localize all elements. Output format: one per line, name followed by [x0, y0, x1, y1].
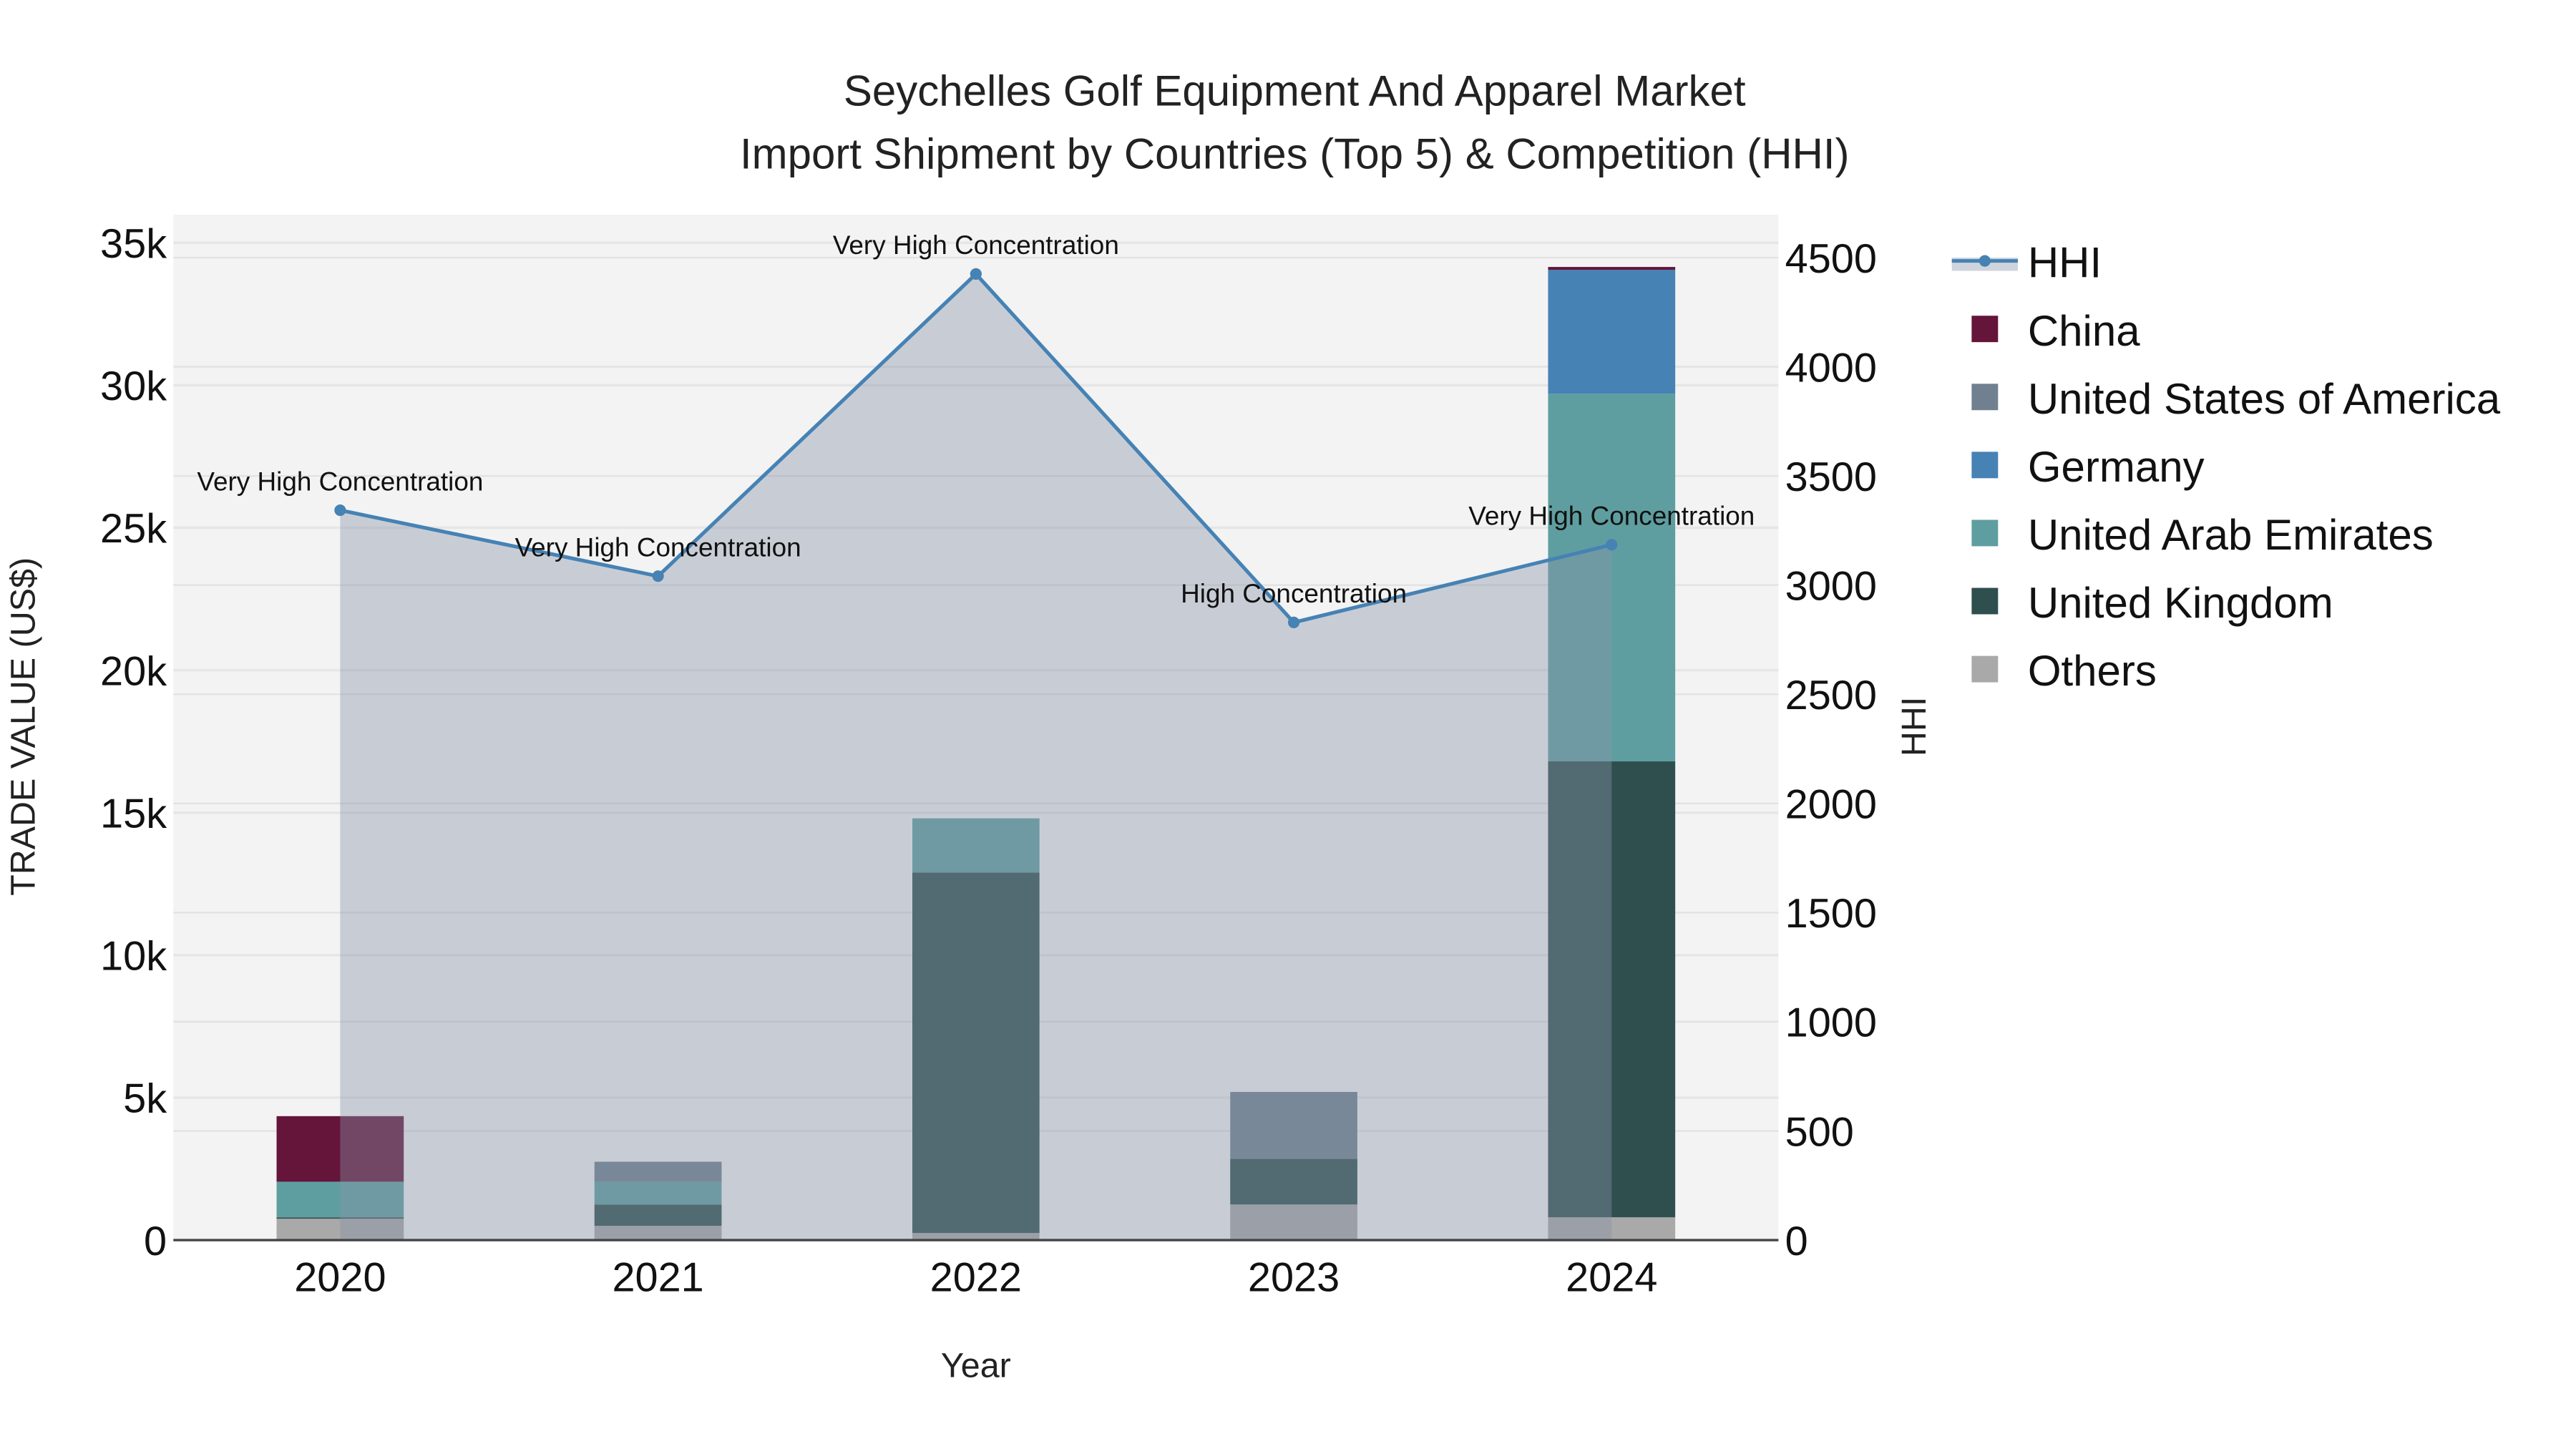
chart-subtitle: Import Shipment by Countries (Top 5) & C…	[740, 130, 1850, 177]
legend-label: United Arab Emirates	[2028, 511, 2434, 559]
legend: HHI China United States of America Germany U…	[1951, 239, 2501, 695]
y-tick-label: 35k	[100, 221, 167, 267]
y2-tick-label: 3000	[1785, 563, 1877, 609]
hhi-annotation-2024: Very High Concentration	[1468, 502, 1755, 531]
y-tick-label: 5k	[123, 1076, 167, 1122]
y-axis-label: TRADE VALUE (US$)	[4, 557, 42, 896]
x-tick-label: 2022	[930, 1255, 1022, 1301]
legend-swatch-united-arab-emirates	[1971, 519, 1999, 547]
y2-tick-label: 4000	[1785, 345, 1877, 391]
bar-china-2024	[1548, 267, 1676, 270]
x-tick-label: 2023	[1248, 1255, 1340, 1301]
x-tick-label: 2024	[1566, 1255, 1657, 1301]
y-tick-label: 25k	[100, 506, 167, 552]
hhi-point-2021	[652, 570, 664, 582]
legend-label: Germany	[2028, 443, 2205, 491]
chart: Seychelles Golf Equipment And Apparel Ma…	[4, 67, 2501, 1385]
y-tick-label: 10k	[100, 934, 167, 980]
legend-swatch-united-states-of-america	[1971, 384, 1999, 411]
y2-tick-label: 1000	[1785, 1000, 1877, 1046]
y-axis-ticks: 0 5k 10k 15k 20k 25k 30k 35k	[100, 221, 167, 1264]
legend-label: United States of America	[2028, 375, 2501, 423]
legend-swatch-germany	[1971, 452, 1999, 479]
y2-tick-label: 4500	[1785, 236, 1877, 282]
legend-swatch-others	[1971, 655, 1999, 683]
hhi-point-2020	[334, 504, 346, 517]
hhi-point-2023	[1288, 616, 1300, 628]
hhi-point-2022	[970, 268, 982, 280]
hhi-annotation-2022: Very High Concentration	[833, 230, 1119, 260]
legend-hhi-marker-icon	[1979, 255, 1991, 267]
y2-axis-ticks: 0 500 1000 1500 2000 2500 3000 3500 4000 4500	[1785, 236, 1877, 1264]
hhi-annotation-2023: High Concentration	[1181, 579, 1407, 608]
hhi-annotation-2021: Very High Concentration	[515, 532, 801, 562]
x-tick-label: 2020	[294, 1255, 386, 1301]
x-tick-label: 2021	[612, 1255, 703, 1301]
x-axis-ticks: 2020 2021 2022 2023 2024	[294, 1255, 1657, 1301]
legend-label: Others	[2028, 647, 2157, 695]
y-tick-label: 0	[144, 1219, 167, 1264]
y2-tick-label: 500	[1785, 1109, 1854, 1155]
hhi-annotation-2020: Very High Concentration	[197, 467, 483, 496]
legend-swatch-china	[1971, 316, 1999, 343]
y-tick-label: 30k	[100, 364, 167, 409]
x-axis-label: Year	[941, 1347, 1011, 1385]
y-tick-label: 20k	[100, 648, 167, 694]
legend-label: HHI	[2028, 239, 2102, 287]
hhi-point-2024	[1606, 539, 1618, 551]
y2-tick-label: 2000	[1785, 782, 1877, 828]
y2-tick-label: 2500	[1785, 673, 1877, 718]
legend-label: China	[2028, 307, 2140, 355]
y2-tick-label: 1500	[1785, 891, 1877, 937]
legend-swatch-united-kingdom	[1971, 587, 1999, 615]
y-tick-label: 15k	[100, 791, 167, 836]
bar-germany-2024	[1548, 270, 1676, 394]
chart-title: Seychelles Golf Equipment And Apparel Ma…	[844, 67, 1746, 115]
y2-axis-label: HHI	[1895, 697, 1933, 756]
y2-tick-label: 0	[1785, 1219, 1808, 1264]
y2-tick-label: 3500	[1785, 454, 1877, 500]
legend-label: United Kingdom	[2028, 579, 2333, 627]
